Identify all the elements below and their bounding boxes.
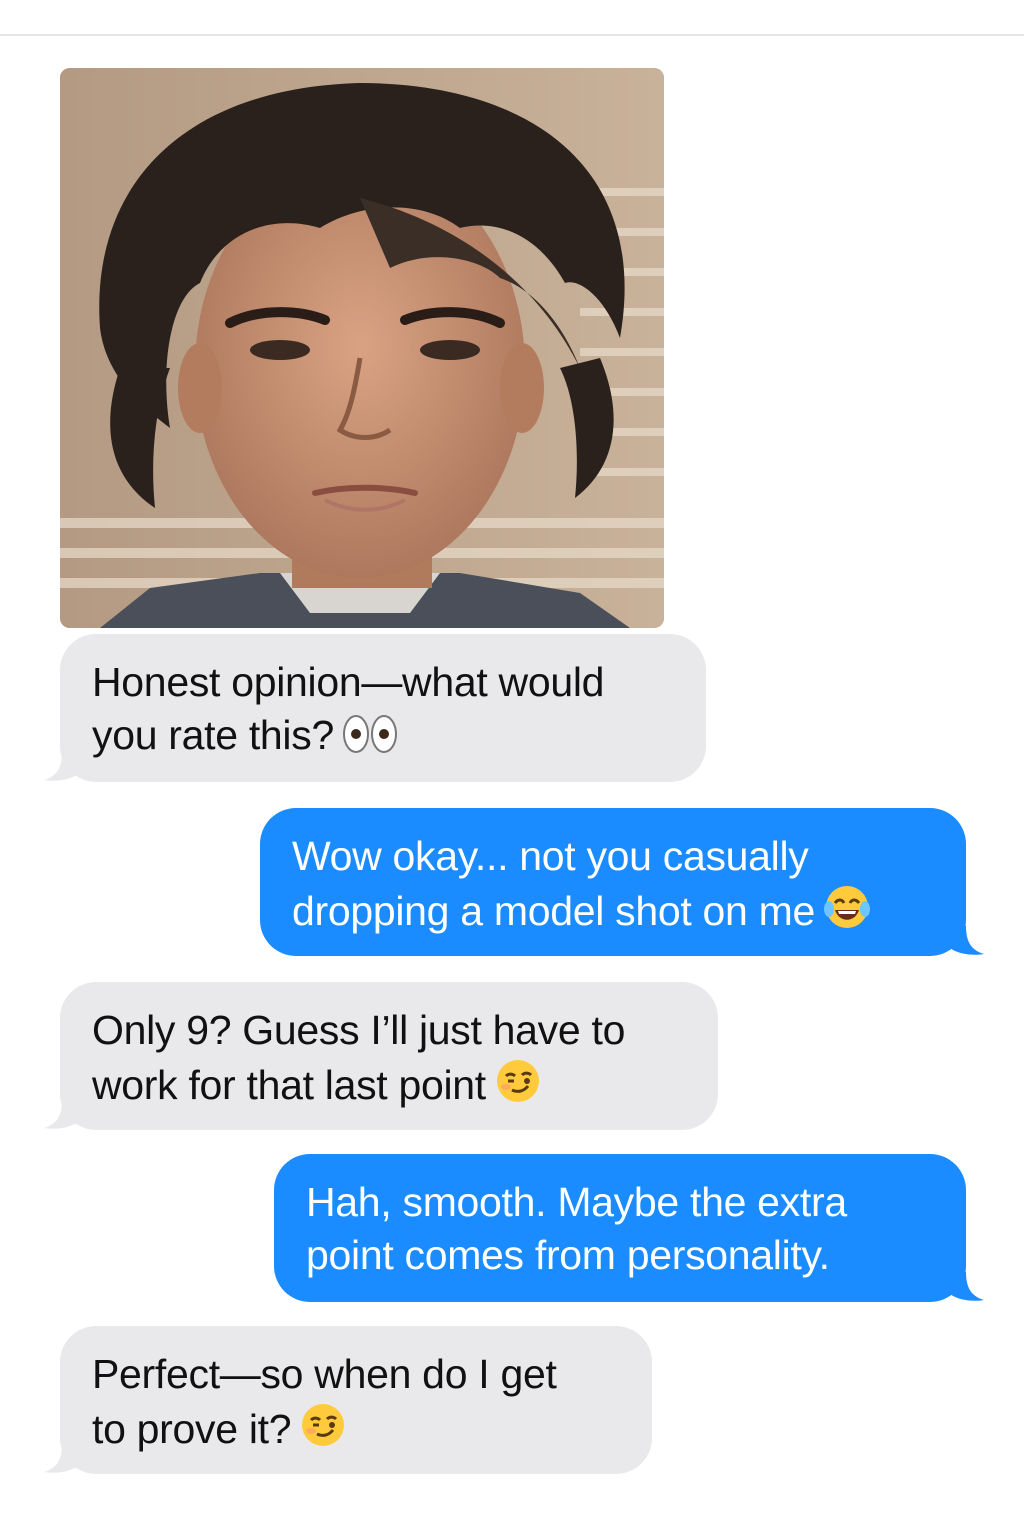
bubble-tail xyxy=(950,926,984,955)
message-line: Only 9? Guess I’ll just have to xyxy=(92,1007,626,1053)
message-line: Perfect—so when do I get xyxy=(92,1351,557,1397)
message-bubble-sent[interactable]: Wow okay... not you casually dropping a … xyxy=(260,808,966,956)
message-line: to prove it? xyxy=(92,1401,620,1462)
message-line: point comes from personality. xyxy=(306,1232,830,1278)
photo-attachment[interactable] xyxy=(60,68,664,628)
bubble-tail xyxy=(44,1100,78,1129)
message-line-text: work for that last point xyxy=(92,1062,486,1108)
portrait-photo-icon xyxy=(60,68,664,628)
message-bubble-received[interactable]: Only 9? Guess I’ll just have to work for… xyxy=(60,982,718,1130)
message-line: Honest opinion—what would xyxy=(92,659,605,705)
eyes-emoji-icon xyxy=(342,713,398,768)
message-line-text: to prove it? xyxy=(92,1406,292,1452)
smirk-emoji-icon xyxy=(299,1401,347,1462)
tears-of-joy-emoji-icon xyxy=(823,883,871,944)
message-line-text: you rate this? xyxy=(92,712,334,758)
header-divider xyxy=(0,34,1024,36)
bubble-tail xyxy=(950,1272,984,1301)
message-line: Wow okay... not you casually xyxy=(292,833,809,879)
message-line: Hah, smooth. Maybe the extra xyxy=(306,1179,847,1225)
bubble-tail xyxy=(44,752,78,781)
message-line: you rate this? xyxy=(92,709,674,768)
message-bubble-received[interactable]: Honest opinion—what would you rate this? xyxy=(60,634,706,782)
message-line-text: dropping a model shot on me xyxy=(292,888,815,934)
message-line: work for that last point xyxy=(92,1057,686,1118)
message-bubble-received[interactable]: Perfect—so when do I get to prove it? xyxy=(60,1326,652,1474)
message-bubble-sent[interactable]: Hah, smooth. Maybe the extra point comes… xyxy=(274,1154,966,1302)
message-line: dropping a model shot on me xyxy=(292,883,934,944)
bubble-tail xyxy=(44,1444,78,1473)
smirk-emoji-icon xyxy=(494,1057,542,1118)
